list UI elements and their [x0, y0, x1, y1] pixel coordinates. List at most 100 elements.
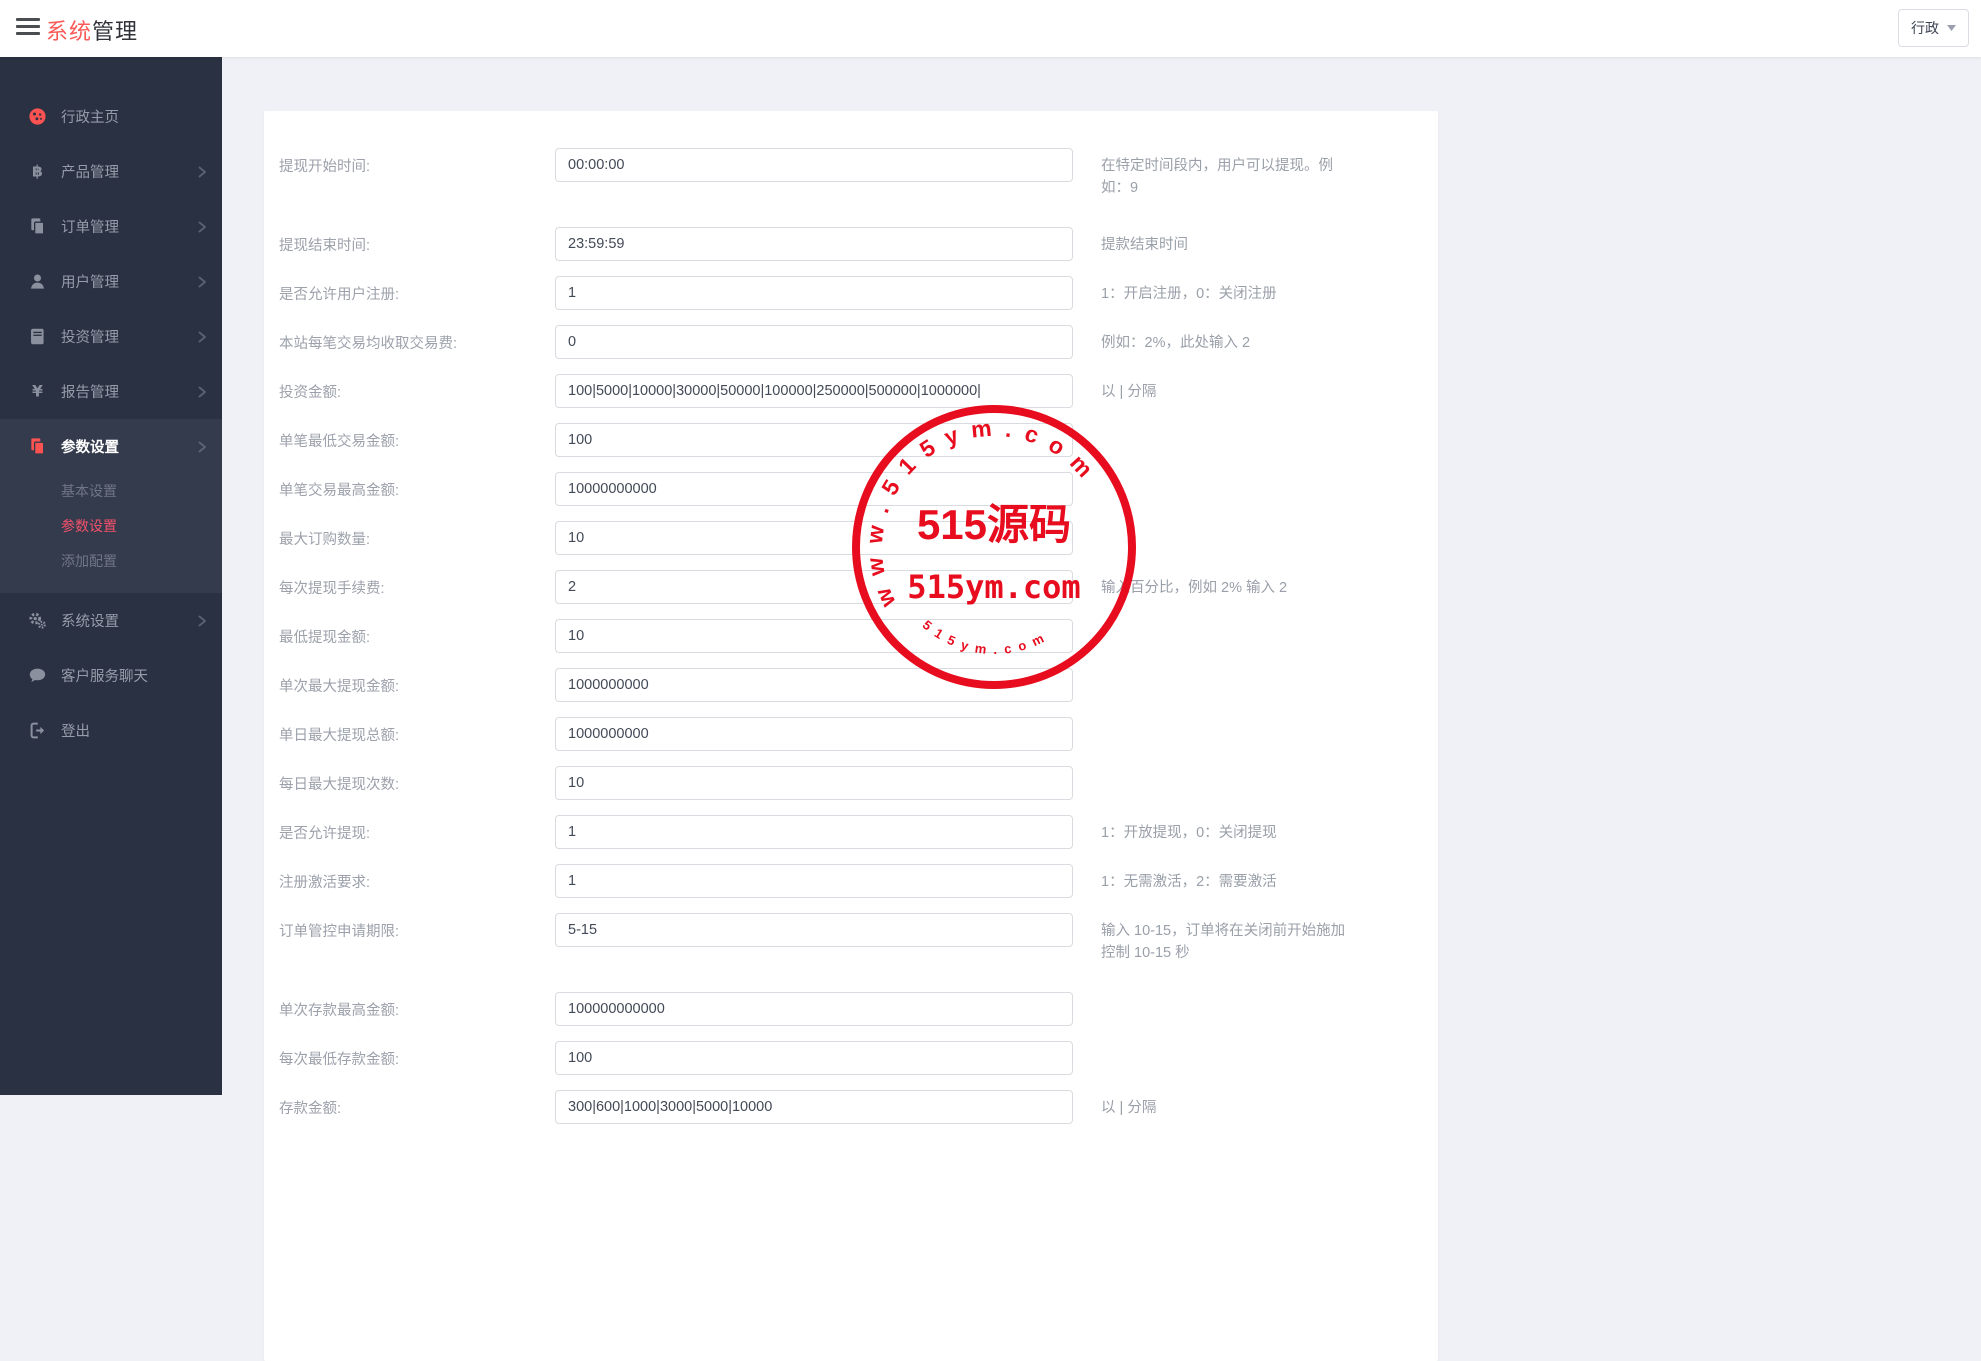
field-input[interactable] — [555, 766, 1073, 800]
form-row: 单笔交易最高金额: — [279, 472, 1438, 506]
sidebar-item[interactable]: 系统设置 — [0, 593, 222, 648]
sidebar-item[interactable]: ¥报告管理 — [0, 364, 222, 419]
field-input[interactable] — [555, 864, 1073, 898]
field-label: 每日最大提现次数: — [279, 766, 555, 794]
field-label: 提现结束时间: — [279, 227, 555, 255]
form-row: 每次最低存款金额: — [279, 1041, 1438, 1075]
page-title-accent: 系统 — [46, 19, 92, 44]
top-header: 系统管理 行政 — [0, 0, 1981, 57]
sidebar-item-label: 行政主页 — [61, 106, 208, 127]
field-input[interactable] — [555, 423, 1073, 457]
field-input[interactable] — [555, 619, 1073, 653]
field-hint — [1101, 717, 1351, 724]
chat-icon — [26, 666, 48, 686]
sidebar-item-label: 投资管理 — [61, 326, 196, 347]
form-row: 单次最大提现金额: — [279, 668, 1438, 702]
field-hint — [1101, 619, 1351, 626]
sidebar-item-label: 产品管理 — [61, 161, 196, 182]
field-input[interactable] — [555, 570, 1073, 604]
form-row: 最大订购数量: — [279, 521, 1438, 555]
orders-icon — [26, 217, 48, 237]
sidebar-item[interactable]: 登出 — [0, 703, 222, 758]
form-row: 存款金额:以 | 分隔 — [279, 1090, 1438, 1124]
page-title-rest: 管理 — [92, 19, 138, 44]
field-input[interactable] — [555, 148, 1073, 182]
field-input[interactable] — [555, 913, 1073, 947]
field-hint: 1：无需激活，2：需要激活 — [1101, 864, 1351, 893]
chevron-down-icon — [1947, 25, 1956, 31]
chevron-right-icon — [196, 613, 208, 629]
field-input[interactable] — [555, 374, 1073, 408]
field-input[interactable] — [555, 668, 1073, 702]
form-row: 提现结束时间: 提款结束时间 — [279, 227, 1438, 261]
field-label: 单日最大提现总额: — [279, 717, 555, 745]
sidebar-subitem[interactable]: 添加配置 — [0, 544, 222, 579]
field-label: 单笔交易最高金额: — [279, 472, 555, 500]
params-icon — [26, 437, 48, 457]
sidebar-active-section: 参数设置基本设置参数设置添加配置 — [0, 419, 222, 593]
field-input[interactable] — [555, 325, 1073, 359]
field-hint — [1101, 472, 1351, 479]
page-title: 系统管理 — [46, 14, 138, 46]
field-hint: 1：开放提现，0：关闭提现 — [1101, 815, 1351, 844]
form-row: 最低提现金额: — [279, 619, 1438, 653]
sidebar-item[interactable]: 行政主页 — [0, 89, 222, 144]
field-label: 单次最大提现金额: — [279, 668, 555, 696]
form-row: 注册激活要求: 1：无需激活，2：需要激活 — [279, 864, 1438, 898]
sidebar-item[interactable]: 投资管理 — [0, 309, 222, 364]
user-menu-button[interactable]: 行政 — [1898, 9, 1969, 47]
field-hint: 在特定时间段内，用户可以提现。例如：9 — [1101, 148, 1351, 199]
sidebar-item[interactable]: 订单管理 — [0, 199, 222, 254]
field-label: 投资金额: — [279, 374, 555, 402]
field-input[interactable] — [555, 1041, 1073, 1075]
field-hint — [1101, 521, 1351, 528]
menu-toggle-icon[interactable] — [16, 18, 40, 38]
field-hint — [1101, 1041, 1351, 1048]
dashboard-icon — [26, 107, 48, 127]
field-input[interactable] — [555, 717, 1073, 751]
form-row: 单日最大提现总额: — [279, 717, 1438, 751]
sidebar-submenu: 基本设置参数设置添加配置 — [0, 474, 222, 593]
field-hint: 例如：2%，此处输入 2 — [1101, 325, 1351, 354]
form-row: 单次存款最高金额: — [279, 992, 1438, 1026]
field-input[interactable] — [555, 227, 1073, 261]
sidebar-subitem[interactable]: 基本设置 — [0, 474, 222, 509]
field-hint: 输入百分比，例如 2% 输入 2 — [1101, 570, 1351, 599]
field-input[interactable] — [555, 815, 1073, 849]
field-label: 单次存款最高金额: — [279, 992, 555, 1020]
sidebar-item-label: 系统设置 — [61, 610, 196, 631]
form-row: 是否允许提现: 1：开放提现，0：关闭提现 — [279, 815, 1438, 849]
field-hint: 以 | 分隔 — [1101, 1090, 1351, 1119]
sidebar-item-label: 参数设置 — [61, 436, 196, 457]
form-row: 本站每笔交易均收取交易费:例如：2%，此处输入 2 — [279, 325, 1438, 359]
sidebar-item[interactable]: 参数设置 — [0, 419, 222, 474]
field-label: 订单管控申请期限: — [279, 913, 555, 941]
field-input[interactable] — [555, 276, 1073, 310]
field-input[interactable] — [555, 1090, 1073, 1124]
field-hint: 提款结束时间 — [1101, 227, 1351, 256]
sidebar-item[interactable]: 客户服务聊天 — [0, 648, 222, 703]
sidebar-item[interactable]: ฿产品管理 — [0, 144, 222, 199]
field-label: 每次最低存款金额: — [279, 1041, 555, 1069]
field-label: 是否允许提现: — [279, 815, 555, 843]
svg-text:¥: ¥ — [32, 382, 43, 401]
form-row: 每次提现手续费:输入百分比，例如 2% 输入 2 — [279, 570, 1438, 604]
user-icon — [26, 272, 48, 292]
field-label: 注册激活要求: — [279, 864, 555, 892]
gears-icon — [26, 611, 48, 631]
field-input[interactable] — [555, 521, 1073, 555]
chevron-right-icon — [196, 329, 208, 345]
field-input[interactable] — [555, 472, 1073, 506]
chevron-right-icon — [196, 219, 208, 235]
field-label: 最大订购数量: — [279, 521, 555, 549]
field-label: 单笔最低交易金额: — [279, 423, 555, 451]
form-row: 是否允许用户注册:1：开启注册，0：关闭注册 — [279, 276, 1438, 310]
sidebar: 行政主页฿产品管理订单管理用户管理投资管理¥报告管理参数设置基本设置参数设置添加… — [0, 57, 222, 1095]
form-row: 提现开始时间:在特定时间段内，用户可以提现。例如：9 — [279, 148, 1438, 199]
sidebar-subitem[interactable]: 参数设置 — [0, 509, 222, 544]
user-menu-label: 行政 — [1911, 18, 1939, 38]
field-hint — [1101, 423, 1351, 430]
sidebar-item-label: 客户服务聊天 — [61, 665, 208, 686]
field-input[interactable] — [555, 992, 1073, 1026]
sidebar-item[interactable]: 用户管理 — [0, 254, 222, 309]
